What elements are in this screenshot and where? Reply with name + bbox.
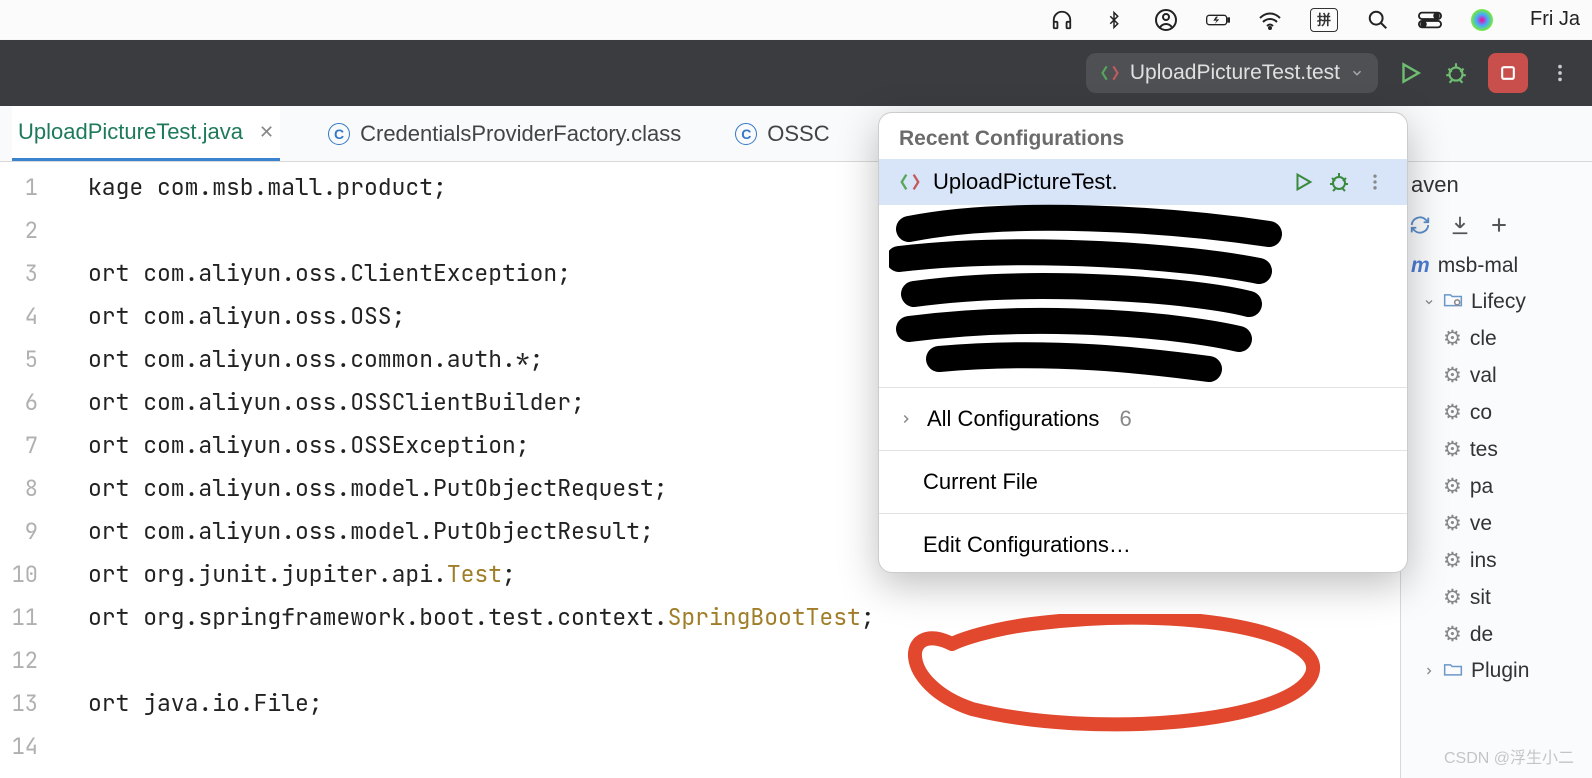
run-config-label: UploadPictureTest.test (1130, 61, 1340, 85)
more-icon[interactable] (1363, 170, 1387, 194)
run-config-selector[interactable]: UploadPictureTest.test (1086, 53, 1378, 93)
gear-icon: ⚙ (1443, 400, 1462, 425)
plugins-node[interactable]: Plugin (1401, 653, 1592, 689)
bluetooth-icon[interactable] (1102, 8, 1126, 32)
siri-icon[interactable] (1470, 8, 1494, 32)
maven-toolbar (1401, 208, 1592, 248)
lifecycle-goal[interactable]: ⚙sit (1401, 579, 1592, 616)
stop-button[interactable] (1488, 53, 1528, 93)
chevron-right-icon (899, 412, 913, 426)
tab-ossc[interactable]: C OSSC (729, 106, 835, 161)
current-file-row[interactable]: Current File (879, 455, 1407, 509)
current-file-label: Current File (923, 469, 1038, 495)
lifecycle-goal[interactable]: ⚙cle (1401, 320, 1592, 357)
run-icon[interactable] (1291, 170, 1315, 194)
gear-icon: ⚙ (1443, 511, 1462, 536)
macos-menubar: 拼 Fri Ja (0, 0, 1592, 40)
gear-icon: ⚙ (1443, 622, 1462, 647)
maven-m-icon: m (1411, 254, 1430, 278)
lifecycle-goal[interactable]: ⚙co (1401, 394, 1592, 431)
reload-icon[interactable] (1409, 214, 1431, 242)
lifecycle-goal[interactable]: ⚙tes (1401, 431, 1592, 468)
folder-icon (1443, 659, 1463, 683)
class-icon: C (328, 123, 350, 145)
date-time[interactable]: Fri Ja (1530, 8, 1580, 31)
maven-project-node[interactable]: m msb-mal (1401, 248, 1592, 284)
debug-button[interactable] (1442, 59, 1470, 87)
chevron-down-icon (1423, 296, 1435, 308)
lifecycle-goal[interactable]: ⚙ins (1401, 542, 1592, 579)
battery-icon[interactable] (1206, 8, 1230, 32)
gear-icon: ⚙ (1443, 363, 1462, 388)
maven-title: aven (1401, 162, 1592, 208)
gear-icon: ⚙ (1443, 548, 1462, 573)
popup-header: Recent Configurations (879, 113, 1407, 159)
watermark: CSDN @浮生小二 (1444, 744, 1574, 768)
gear-icon: ⚙ (1443, 326, 1462, 351)
spotlight-icon[interactable] (1366, 8, 1390, 32)
close-icon[interactable]: ✕ (259, 122, 274, 143)
ide-toolbar: UploadPictureTest.test (0, 40, 1592, 106)
folder-gear-icon (1443, 290, 1463, 314)
control-center-icon[interactable] (1418, 8, 1442, 32)
chevron-right-icon (1423, 665, 1435, 677)
lifecycle-goal[interactable]: ⚙de (1401, 616, 1592, 653)
lifecycle-goal[interactable]: ⚙ve (1401, 505, 1592, 542)
all-configs-label: All Configurations (927, 406, 1099, 432)
chevron-down-icon (1350, 66, 1364, 80)
tab-label: UploadPictureTest.java (18, 119, 243, 145)
more-actions-icon[interactable] (1546, 59, 1574, 87)
edit-configurations-row[interactable]: Edit Configurations… (879, 518, 1407, 572)
run-button[interactable] (1396, 59, 1424, 87)
run-config-popup: Recent Configurations UploadPictureTest.… (878, 112, 1408, 573)
gear-icon: ⚙ (1443, 474, 1462, 499)
lifecycle-goal[interactable]: ⚙pa (1401, 468, 1592, 505)
maven-tool-window: aven m msb-mal Lifecy ⚙cle ⚙val ⚙co ⚙tes… (1400, 162, 1592, 778)
redacted-items (879, 209, 1407, 379)
tab-upload-picture-test[interactable]: UploadPictureTest.java ✕ (12, 106, 280, 161)
tab-label: OSSC (767, 121, 829, 147)
user-icon[interactable] (1154, 8, 1178, 32)
lifecycle-goal[interactable]: ⚙val (1401, 357, 1592, 394)
wifi-icon[interactable] (1258, 8, 1282, 32)
debug-icon[interactable] (1327, 170, 1351, 194)
all-configurations-row[interactable]: All Configurations 6 (879, 392, 1407, 446)
test-config-icon (899, 171, 921, 193)
gear-icon: ⚙ (1443, 585, 1462, 610)
gear-icon: ⚙ (1443, 437, 1462, 462)
class-icon: C (735, 123, 757, 145)
tab-credentials-provider-factory[interactable]: C CredentialsProviderFactory.class (322, 106, 687, 161)
edit-configs-label: Edit Configurations… (923, 532, 1131, 558)
config-name: UploadPictureTest. (933, 169, 1279, 195)
tab-label: CredentialsProviderFactory.class (360, 121, 681, 147)
input-method-icon[interactable]: 拼 (1310, 8, 1338, 32)
headphones-icon[interactable] (1050, 8, 1074, 32)
all-configs-count: 6 (1119, 406, 1131, 432)
add-icon[interactable] (1489, 215, 1509, 241)
line-gutter: 1234567891011121314 (0, 162, 48, 778)
lifecycle-node[interactable]: Lifecy (1401, 284, 1592, 320)
download-icon[interactable] (1449, 214, 1471, 242)
